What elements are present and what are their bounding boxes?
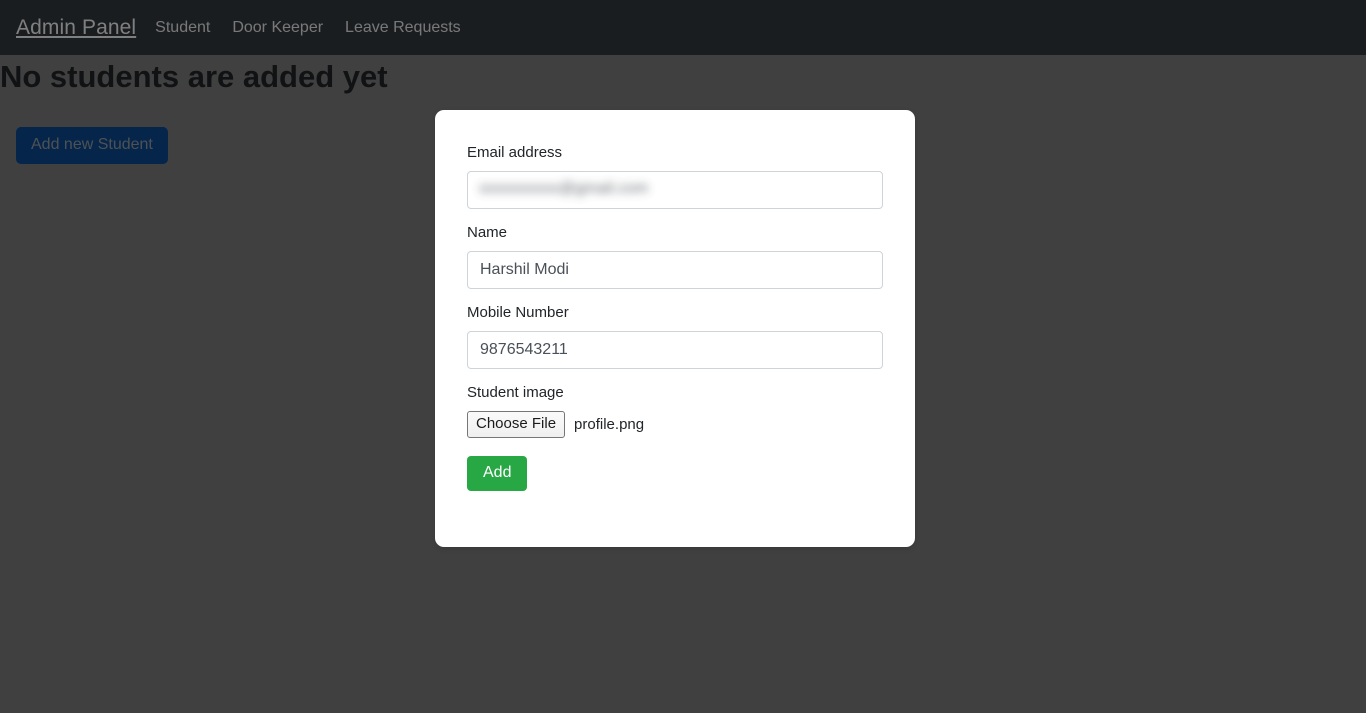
- name-field[interactable]: [467, 251, 883, 289]
- name-label: Name: [467, 224, 508, 241]
- add-new-student-button[interactable]: Add new Student: [16, 127, 168, 164]
- student-image-label: Student image: [467, 384, 564, 401]
- email-label: Email address: [467, 144, 563, 161]
- choose-file-button[interactable]: Choose File: [467, 411, 566, 438]
- navbar-links: Student Door Keeper Leave Requests: [155, 19, 461, 36]
- page-title: No students are added yet: [0, 59, 388, 94]
- selected-file-name: profile.png: [574, 415, 645, 433]
- add-student-modal: Email address xxxxxxxxxx@gmail.com Name …: [435, 110, 915, 547]
- mobile-number-label: Mobile Number: [467, 304, 569, 321]
- email-field[interactable]: [467, 171, 883, 209]
- mobile-form-group: Mobile Number: [467, 304, 883, 369]
- email-input-wrap: xxxxxxxxxx@gmail.com: [467, 171, 883, 209]
- nav-link-door-keeper[interactable]: Door Keeper: [232, 19, 323, 36]
- nav-link-leave-requests[interactable]: Leave Requests: [345, 19, 461, 36]
- email-form-group: Email address xxxxxxxxxx@gmail.com: [467, 144, 883, 209]
- name-form-group: Name: [467, 224, 883, 289]
- add-submit-button[interactable]: Add: [467, 456, 528, 491]
- modal-body: Email address xxxxxxxxxx@gmail.com Name …: [467, 144, 883, 491]
- top-navbar: Admin Panel Student Door Keeper Leave Re…: [0, 0, 1366, 55]
- nav-link-student[interactable]: Student: [155, 19, 210, 36]
- student-image-form-group: Student image Choose File profile.png: [467, 384, 883, 438]
- navbar-brand[interactable]: Admin Panel: [16, 17, 136, 38]
- file-input-row: Choose File profile.png: [467, 411, 883, 438]
- mobile-number-field[interactable]: [467, 331, 883, 369]
